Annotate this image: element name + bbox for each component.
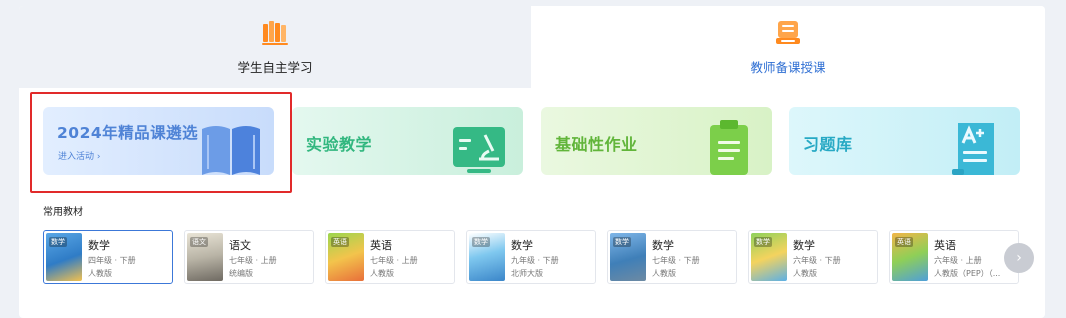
textbook-cover: 数学: [751, 233, 787, 281]
cover-label: 英语: [331, 237, 349, 247]
textbook-cover: 英语: [328, 233, 364, 281]
textbook-cover: 数学: [610, 233, 646, 281]
textbook-subject: 语文: [229, 239, 251, 252]
textbook-card[interactable]: 数学 数学 七年级 · 下册 人教版: [607, 230, 737, 284]
textbook-publisher: 人教版: [652, 269, 676, 278]
textbook-publisher: 人教版: [88, 269, 112, 278]
exam-paper-icon: [952, 123, 994, 175]
cover-label: 数学: [472, 237, 490, 247]
tab-teacher-lessons[interactable]: 教师备课授课: [531, 6, 1045, 88]
textbook-grade: 四年级 · 下册: [88, 256, 136, 265]
enter-activity-link[interactable]: 进入活动 ›: [58, 149, 100, 162]
textbook-card[interactable]: 英语 英语 七年级 · 上册 人教版: [325, 230, 455, 284]
textbook-card[interactable]: 英语 英语 六年级 · 上册 人教版（PEP）（...: [889, 230, 1019, 284]
textbook-cover: 数学: [46, 233, 82, 281]
textbook-card[interactable]: 数学 数学 九年级 · 下册 北师大版: [466, 230, 596, 284]
textbook-cover: 数学: [469, 233, 505, 281]
textbook-subject: 英语: [370, 239, 392, 252]
textbook-publisher: 人教版（PEP）（...: [934, 269, 1001, 278]
textbook-grade: 九年级 · 下册: [511, 256, 559, 265]
card-experiment-teaching[interactable]: 实验教学: [292, 107, 523, 175]
teacher-board-icon: [776, 21, 800, 44]
main-panel: 学生自主学习 教师备课授课 2024年精品课遴选 进入活动 › 实验教学 基础性…: [19, 6, 1045, 318]
textbook-grade: 七年级 · 上册: [229, 256, 277, 265]
textbook-subject: 英语: [934, 239, 956, 252]
cover-label: 英语: [895, 237, 913, 247]
open-book-icon: [202, 126, 260, 175]
card-title: 习题库: [803, 135, 853, 154]
mode-tabs: 学生自主学习 教师备课授课: [19, 6, 1045, 88]
tab-student-self-study[interactable]: 学生自主学习: [19, 6, 531, 88]
textbooks-title: 常用教材: [43, 207, 83, 218]
card-basic-homework[interactable]: 基础性作业: [541, 107, 772, 175]
textbook-list: 数学 数学 四年级 · 下册 人教版 语文 语文 七年级 · 上册 统编版 英语…: [43, 230, 1043, 284]
textbook-subject: 数学: [652, 239, 674, 252]
textbook-subject: 数学: [793, 239, 815, 252]
cover-label: 数学: [613, 237, 631, 247]
textbook-grade: 七年级 · 上册: [370, 256, 418, 265]
card-title: 基础性作业: [555, 135, 638, 154]
textbook-grade: 七年级 · 下册: [652, 256, 700, 265]
textbook-grade: 六年级 · 下册: [793, 256, 841, 265]
textbook-card[interactable]: 语文 语文 七年级 · 上册 统编版: [184, 230, 314, 284]
cover-label: 数学: [754, 237, 772, 247]
card-title: 实验教学: [306, 135, 373, 154]
tab-student-label: 学生自主学习: [237, 60, 313, 75]
textbook-grade: 六年级 · 上册: [934, 256, 982, 265]
books-icon: [262, 21, 288, 45]
textbook-card[interactable]: 数学 数学 六年级 · 下册 人教版: [748, 230, 878, 284]
card-question-bank[interactable]: 习题库: [789, 107, 1020, 175]
cover-label: 数学: [49, 237, 67, 247]
card-featured-course-selection[interactable]: 2024年精品课遴选 进入活动 ›: [43, 107, 274, 175]
textbook-publisher: 统编版: [229, 269, 253, 278]
card-title: 2024年精品课遴选: [57, 124, 199, 142]
textbook-publisher: 人教版: [370, 269, 394, 278]
textbook-cover: 英语: [892, 233, 928, 281]
tab-teacher-label: 教师备课授课: [750, 60, 826, 75]
textbook-cover: 语文: [187, 233, 223, 281]
textbook-card[interactable]: 数学 数学 四年级 · 下册 人教版: [43, 230, 173, 284]
next-page-button[interactable]: ›: [1004, 243, 1034, 273]
textbook-publisher: 北师大版: [511, 269, 543, 278]
cover-label: 语文: [190, 237, 208, 247]
textbook-subject: 数学: [511, 239, 533, 252]
microscope-board-icon: [453, 127, 505, 173]
textbook-subject: 数学: [88, 239, 110, 252]
textbook-publisher: 人教版: [793, 269, 817, 278]
clipboard-icon: [710, 120, 748, 175]
